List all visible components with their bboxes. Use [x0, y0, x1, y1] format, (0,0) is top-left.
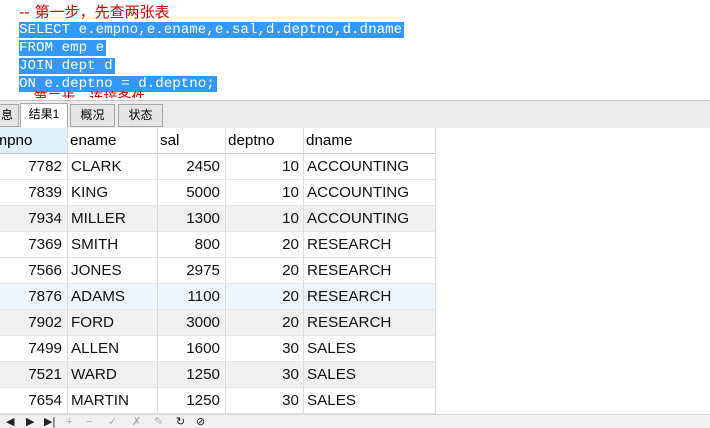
cell-ename[interactable]: SMITH	[68, 232, 158, 258]
cell-deptno[interactable]: 20	[226, 310, 304, 336]
refresh-icon[interactable]: ↻	[176, 416, 185, 428]
table-row[interactable]: 7566 JONES 2975 20 RESEARCH	[0, 258, 436, 284]
cell-sal[interactable]: 1300	[158, 206, 226, 232]
table-row[interactable]: 7499 ALLEN 1600 30 SALES	[0, 336, 436, 362]
cell-deptno[interactable]: 30	[226, 362, 304, 388]
cell-deptno[interactable]: 10	[226, 206, 304, 232]
cell-deptno[interactable]: 30	[226, 336, 304, 362]
cell-sal[interactable]: 3000	[158, 310, 226, 336]
apply-icon[interactable]: ✓	[108, 416, 117, 428]
grid-toolbar: ◀ ▶ ▶| + − ✓ ✗ ✎ ↻ ⊘	[0, 414, 710, 428]
sql-line: SELECT e.empno,e.ename,e.sal,d.deptno,d.…	[19, 21, 405, 39]
result-grid[interactable]: empno ename sal deptno dname 7782CLARK24…	[0, 128, 710, 414]
cell-dname[interactable]: ACCOUNTING	[304, 206, 436, 232]
cell-dname[interactable]: ACCOUNTING	[304, 154, 436, 180]
column-header-ename[interactable]: ename	[68, 128, 158, 154]
result-tab-strip: 息 结果1 概况 状态	[0, 100, 710, 128]
cell-deptno[interactable]: 10	[226, 154, 304, 180]
delete-record-icon[interactable]: −	[86, 416, 92, 428]
cell-ename[interactable]: CLARK	[68, 154, 158, 180]
cell-sal[interactable]: 1250	[158, 388, 226, 414]
cell-deptno[interactable]: 20	[226, 284, 304, 310]
cell-sal[interactable]: 1100	[158, 284, 226, 310]
tab-status[interactable]: 状态	[118, 104, 163, 127]
stop-icon[interactable]: ⊘	[196, 416, 205, 428]
cell-ename[interactable]: FORD	[68, 310, 158, 336]
cell-empno[interactable]: 7934	[0, 206, 68, 232]
cell-ename[interactable]: MARTIN	[68, 388, 158, 414]
cell-dname[interactable]: SALES	[304, 362, 436, 388]
cell-sal[interactable]: 2975	[158, 258, 226, 284]
cell-empno[interactable]: 7499	[0, 336, 68, 362]
column-header-dname[interactable]: dname	[304, 128, 436, 154]
cell-dname[interactable]: ACCOUNTING	[304, 180, 436, 206]
cell-ename[interactable]: MILLER	[68, 206, 158, 232]
selected-sql-text: FROM emp e	[19, 40, 107, 56]
cell-sal[interactable]: 800	[158, 232, 226, 258]
cell-empno[interactable]: 7839	[0, 180, 68, 206]
nav-last-icon[interactable]: ▶|	[44, 416, 55, 428]
grid-header-row: empno ename sal deptno dname	[0, 128, 436, 154]
cell-sal[interactable]: 1600	[158, 336, 226, 362]
cell-dname[interactable]: RESEARCH	[304, 258, 436, 284]
cell-deptno[interactable]: 20	[226, 258, 304, 284]
table-row[interactable]: 7782 CLARK 2450 10 ACCOUNTING	[0, 154, 436, 180]
sql-editor[interactable]: -- 第一步，先查两张表 SELECT e.empno,e.ename,e.sa…	[0, 0, 710, 98]
nav-next-icon[interactable]: ▶	[26, 416, 34, 428]
cell-sal[interactable]: 2450	[158, 154, 226, 180]
sql-line: JOIN dept d	[19, 57, 115, 75]
cell-ename[interactable]: ADAMS	[68, 284, 158, 310]
cell-empno[interactable]: 7782	[0, 154, 68, 180]
cell-dname[interactable]: SALES	[304, 388, 436, 414]
selected-sql-text: ON e.deptno = d.deptno;	[19, 76, 217, 92]
cell-empno[interactable]: 7876	[0, 284, 68, 310]
sql-line: FROM emp e	[19, 39, 107, 57]
cell-ename[interactable]: JONES	[68, 258, 158, 284]
sql-comment-line: -- 第一步，先查两张表	[19, 3, 170, 21]
column-header-deptno[interactable]: deptno	[226, 128, 304, 154]
selected-sql-text: JOIN dept d	[19, 58, 115, 74]
column-header-sal[interactable]: sal	[158, 128, 226, 154]
tab-info[interactable]: 息	[0, 104, 19, 127]
cell-sal[interactable]: 1250	[158, 362, 226, 388]
nav-first-icon[interactable]: ◀	[6, 416, 14, 428]
cell-ename[interactable]: ALLEN	[68, 336, 158, 362]
cell-deptno[interactable]: 20	[226, 232, 304, 258]
cell-dname[interactable]: RESEARCH	[304, 310, 436, 336]
edit-icon[interactable]: ✎	[154, 416, 163, 428]
table-row[interactable]: 7934 MILLER 1300 10 ACCOUNTING	[0, 206, 436, 232]
cell-dname[interactable]: RESEARCH	[304, 284, 436, 310]
selected-sql-text: SELECT e.empno,e.ename,e.sal,d.deptno,d.…	[19, 22, 405, 38]
table-row[interactable]: 7521 WARD 1250 30 SALES	[0, 362, 436, 388]
cell-deptno[interactable]: 30	[226, 388, 304, 414]
table-row[interactable]: 7654 MARTIN 1250 30 SALES	[0, 388, 436, 414]
cell-ename[interactable]: KING	[68, 180, 158, 206]
cell-empno[interactable]: 7902	[0, 310, 68, 336]
table-row[interactable]: 7839 KING 5000 10 ACCOUNTING	[0, 180, 436, 206]
table-row[interactable]: 7902 FORD 3000 20 RESEARCH	[0, 310, 436, 336]
cell-dname[interactable]: SALES	[304, 336, 436, 362]
table-row[interactable]: 7369 SMITH 800 20 RESEARCH	[0, 232, 436, 258]
cell-dname[interactable]: RESEARCH	[304, 232, 436, 258]
cell-sal[interactable]: 5000	[158, 180, 226, 206]
cell-deptno[interactable]: 10	[226, 180, 304, 206]
column-header-empno[interactable]: empno	[0, 128, 68, 154]
sql-partial-comment-line: -- 第二步，连接条件	[19, 90, 146, 98]
tab-result-1[interactable]: 结果1	[20, 103, 68, 128]
table-row[interactable]: 7876 ADAMS 1100 20 RESEARCH	[0, 284, 436, 310]
tab-profile[interactable]: 概况	[70, 104, 115, 127]
cancel-icon[interactable]: ✗	[132, 416, 141, 428]
cell-empno[interactable]: 7369	[0, 232, 68, 258]
cell-empno[interactable]: 7566	[0, 258, 68, 284]
add-record-icon[interactable]: +	[66, 416, 72, 428]
cell-empno[interactable]: 7521	[0, 362, 68, 388]
cell-empno[interactable]: 7654	[0, 388, 68, 414]
cell-ename[interactable]: WARD	[68, 362, 158, 388]
